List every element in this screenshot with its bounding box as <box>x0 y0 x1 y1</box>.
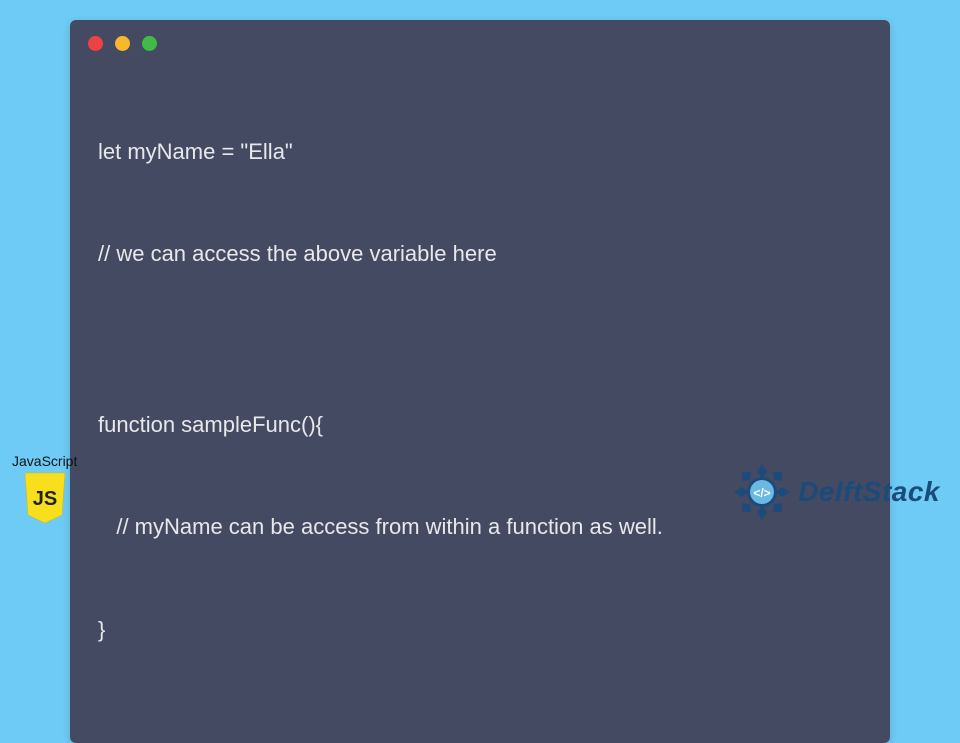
window-close-icon <box>88 36 103 51</box>
delftstack-name: DelftStack <box>798 476 940 508</box>
code-line: let myName = "Ella" <box>98 135 862 169</box>
js-icon-text: JS <box>32 488 56 510</box>
traffic-lights <box>70 20 890 55</box>
delftstack-logo: </> DelftStack <box>732 462 940 522</box>
window-zoom-icon <box>142 36 157 51</box>
delftstack-medallion-icon: </> <box>732 462 792 522</box>
code-line: // we can access the above variable here <box>98 237 862 271</box>
svg-text:</>: </> <box>753 486 770 500</box>
javascript-shield-icon: JS <box>21 471 69 525</box>
window-minimize-icon <box>115 36 130 51</box>
javascript-badge: JavaScript JS <box>12 453 77 530</box>
code-window: let myName = "Ella" // we can access the… <box>70 20 890 743</box>
code-line: } <box>98 613 862 647</box>
code-content: let myName = "Ella" // we can access the… <box>70 55 890 723</box>
javascript-label: JavaScript <box>12 453 77 469</box>
code-line: function sampleFunc(){ <box>98 408 862 442</box>
